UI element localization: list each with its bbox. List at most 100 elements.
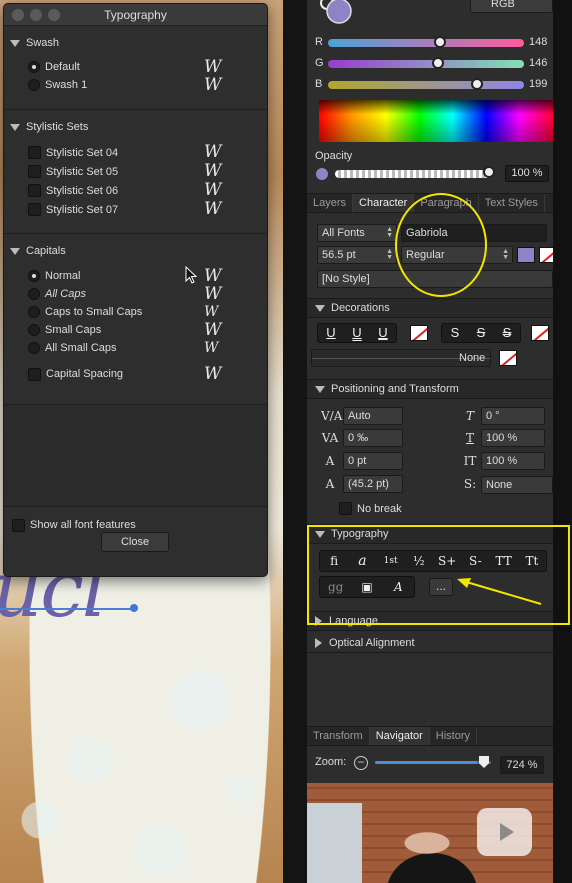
capitals-option-normal[interactable]: Normal W xyxy=(4,267,267,285)
underline-group: U U U xyxy=(317,323,397,343)
right-edge xyxy=(553,0,572,883)
opacity-slider[interactable] xyxy=(335,170,491,178)
capitals-option-caps-to-small-caps[interactable]: Caps to Small Caps W xyxy=(4,303,267,321)
radio-selected[interactable] xyxy=(28,270,40,282)
radio[interactable] xyxy=(28,288,40,300)
kerning-icon: VA xyxy=(321,431,339,445)
radio-selected[interactable] xyxy=(28,61,40,73)
slider-red[interactable]: R 148 xyxy=(307,35,553,51)
decorations-header[interactable]: Decorations xyxy=(307,298,553,318)
swash-header[interactable]: Swash xyxy=(4,32,267,54)
zoom-value-field[interactable]: 724 % xyxy=(500,756,544,774)
capitals-section: Capitals Normal W All Caps W Caps to Sma… xyxy=(4,240,267,405)
opacity-value-field[interactable]: 100 % xyxy=(505,165,549,182)
zoom-slider[interactable] xyxy=(375,761,491,764)
line-color-label: None xyxy=(459,352,486,364)
font-size-field[interactable]: 56.5 pt ▲ ▼ xyxy=(317,246,397,264)
strike-double-button[interactable]: S xyxy=(494,324,520,342)
glyph-preview: W xyxy=(204,161,222,181)
stylistic-set-05[interactable]: Stylistic Set 05 W xyxy=(4,162,267,181)
glyph-preview: W xyxy=(204,284,222,304)
navigator-tabs: Transform Navigator History xyxy=(307,726,553,746)
capitals-header[interactable]: Capitals xyxy=(4,240,267,262)
glyph-preview: W xyxy=(204,364,222,384)
checkbox[interactable] xyxy=(28,184,41,197)
slider-knob[interactable] xyxy=(432,57,444,69)
stylistic-sets-section: Stylistic Sets Stylistic Set 04 W Stylis… xyxy=(4,116,267,234)
horizontal-scale-field[interactable]: 100 % xyxy=(481,452,545,470)
glyph-preview: W xyxy=(204,320,222,340)
collapse-triangle-icon xyxy=(10,123,20,131)
capitals-option-all-small-caps[interactable]: All Small Caps W xyxy=(4,339,267,357)
font-collection-select[interactable]: All Fonts ▲ ▼ xyxy=(317,224,397,242)
radio[interactable] xyxy=(28,79,40,91)
capitals-option-small-caps[interactable]: Small Caps W xyxy=(4,321,267,339)
zoom-out-icon[interactable]: − xyxy=(354,756,368,770)
positioning-header[interactable]: Positioning and Transform xyxy=(307,379,553,399)
tab-layers[interactable]: Layers xyxy=(307,194,354,212)
checkbox[interactable] xyxy=(28,146,41,159)
strike-color-swatch[interactable] xyxy=(531,325,549,341)
radio[interactable] xyxy=(28,342,40,354)
checkbox[interactable] xyxy=(28,165,41,178)
capital-spacing-option[interactable]: Capital Spacing W xyxy=(4,365,267,383)
opacity-color-dot xyxy=(316,168,328,180)
close-button[interactable]: Close xyxy=(101,532,169,552)
strike-single-button[interactable]: S xyxy=(468,324,494,342)
shear-field[interactable]: 0 ° xyxy=(481,407,545,425)
leading-field[interactable]: (45.2 pt) xyxy=(343,475,403,493)
swash-option-default[interactable]: Default W xyxy=(4,58,267,76)
kerning-field[interactable]: 0 ‰ xyxy=(343,429,403,447)
text-stroke-swatch[interactable] xyxy=(539,247,553,263)
vertical-scale-icon: T xyxy=(465,431,474,445)
slider-knob[interactable] xyxy=(471,78,483,90)
collapse-triangle-icon xyxy=(315,304,325,312)
selection-handle[interactable] xyxy=(130,604,138,612)
swash-option-1[interactable]: Swash 1 W xyxy=(4,76,267,94)
opacity-slider-knob[interactable] xyxy=(483,166,495,178)
tab-transform[interactable]: Transform xyxy=(307,727,370,745)
checkbox[interactable] xyxy=(28,203,41,216)
baseline-icon: A xyxy=(325,454,335,468)
glyph-preview: W xyxy=(204,304,219,320)
slider-blue[interactable]: B 199 xyxy=(307,77,553,93)
tab-text-styles[interactable]: Text Styles xyxy=(479,194,545,212)
tracking-field[interactable]: Auto xyxy=(343,407,403,425)
zoom-slider-knob[interactable] xyxy=(479,756,489,768)
strike-none-button[interactable]: S xyxy=(442,324,468,342)
radio[interactable] xyxy=(28,306,40,318)
underline-single-button[interactable]: U xyxy=(318,324,344,342)
no-break-checkbox[interactable] xyxy=(339,502,352,515)
tab-history[interactable]: History xyxy=(430,727,478,745)
radio[interactable] xyxy=(28,324,40,336)
capitals-option-all-caps[interactable]: All Caps W xyxy=(4,285,267,303)
underline-color-swatch[interactable] xyxy=(410,325,428,341)
tab-character[interactable]: Character xyxy=(353,194,415,212)
checkbox[interactable] xyxy=(28,367,41,381)
tracking-icon: V/A xyxy=(321,409,343,423)
slider-knob[interactable] xyxy=(434,36,446,48)
play-icon xyxy=(500,823,514,841)
stylistic-set-07[interactable]: Stylistic Set 07 W xyxy=(4,200,267,219)
fill-stroke-swatch[interactable] xyxy=(319,0,353,25)
text-fill-swatch[interactable] xyxy=(517,247,535,263)
line-color-swatch[interactable] xyxy=(499,350,517,366)
optical-alignment-header[interactable]: Optical Alignment xyxy=(307,633,553,653)
glyph-preview: W xyxy=(204,266,222,286)
strikethrough-group: S S S xyxy=(441,323,521,343)
position-select[interactable]: None xyxy=(481,476,553,494)
checkbox[interactable] xyxy=(12,518,25,532)
underline-thick-button[interactable]: U xyxy=(370,324,396,342)
stylistic-sets-header[interactable]: Stylistic Sets xyxy=(4,116,267,138)
tab-navigator[interactable]: Navigator xyxy=(369,727,430,745)
baseline-field[interactable]: 0 pt xyxy=(343,452,403,470)
color-mode-select[interactable]: RGB xyxy=(470,0,553,13)
dialog-footer: Show all font features Close xyxy=(4,506,267,576)
slider-green[interactable]: G 146 xyxy=(307,56,553,72)
underline-double-button[interactable]: U xyxy=(344,324,370,342)
vertical-scale-field[interactable]: 100 % xyxy=(481,429,545,447)
stylistic-set-06[interactable]: Stylistic Set 06 W xyxy=(4,181,267,200)
stylistic-set-04[interactable]: Stylistic Set 04 W xyxy=(4,143,267,162)
stepper-arrows-icon: ▲ ▼ xyxy=(502,248,509,261)
annotation-circle xyxy=(395,193,487,297)
